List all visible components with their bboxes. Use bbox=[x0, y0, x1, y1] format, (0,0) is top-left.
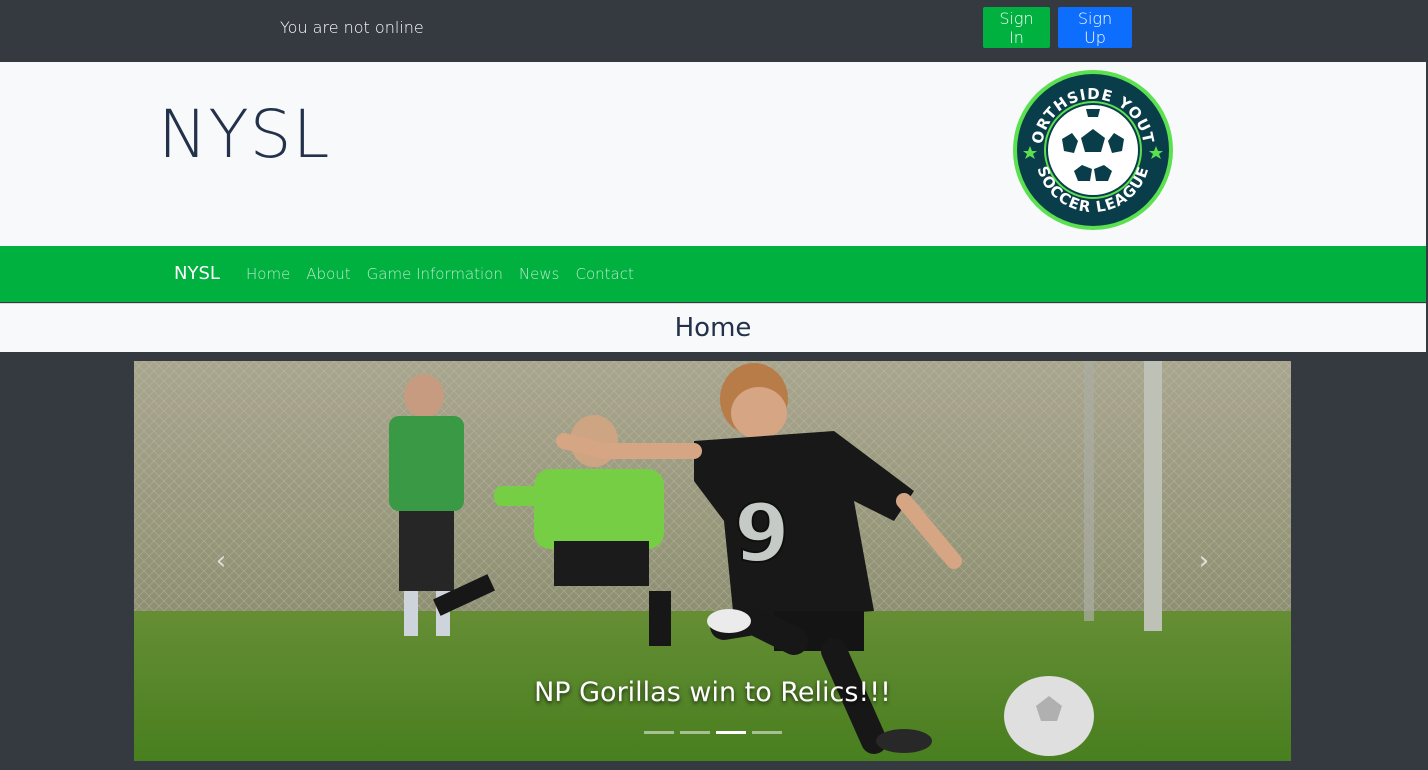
nav-link-contact[interactable]: Contact bbox=[575, 265, 633, 283]
carousel-indicators bbox=[644, 731, 782, 734]
nav-link-game-information[interactable]: Game Information bbox=[367, 265, 503, 283]
carousel-indicator-3[interactable] bbox=[716, 731, 746, 734]
online-status-text: You are not online bbox=[280, 18, 424, 37]
site-header: NYSL NORTHSIDE YOUTH bbox=[0, 62, 1426, 246]
top-bar: You are not online Sign In Sign Up bbox=[0, 0, 1426, 62]
carousel-indicator-2[interactable] bbox=[680, 731, 710, 734]
site-title: NYSL bbox=[158, 96, 331, 173]
nav-link-news[interactable]: News bbox=[519, 265, 560, 283]
chevron-left-icon[interactable]: ‹ bbox=[206, 546, 236, 576]
nav-links: Home About Game Information News Contact bbox=[246, 265, 650, 283]
navbar-brand[interactable]: NYSL bbox=[174, 263, 220, 284]
carousel-caption: NP Gorillas win to Relics!!! bbox=[534, 677, 891, 708]
carousel-indicator-1[interactable] bbox=[644, 731, 674, 734]
image-carousel[interactable]: 9 ‹ › NP Gorillas win to Relics!!! bbox=[134, 361, 1291, 761]
sign-up-button[interactable]: Sign Up bbox=[1058, 7, 1132, 48]
page-heading-bar: Home bbox=[0, 303, 1426, 352]
page: You are not online Sign In Sign Up NYSL bbox=[0, 0, 1428, 770]
chevron-right-icon[interactable]: › bbox=[1189, 546, 1219, 576]
nav-link-about[interactable]: About bbox=[306, 265, 350, 283]
sign-in-button[interactable]: Sign In bbox=[983, 7, 1050, 48]
page-heading: Home bbox=[674, 313, 752, 343]
main-navbar: NYSL Home About Game Information News Co… bbox=[0, 246, 1426, 302]
carousel-indicator-4[interactable] bbox=[752, 731, 782, 734]
league-logo: NORTHSIDE YOUTH SOCCER LEAGUE bbox=[1012, 69, 1173, 230]
nav-link-home[interactable]: Home bbox=[246, 265, 290, 283]
